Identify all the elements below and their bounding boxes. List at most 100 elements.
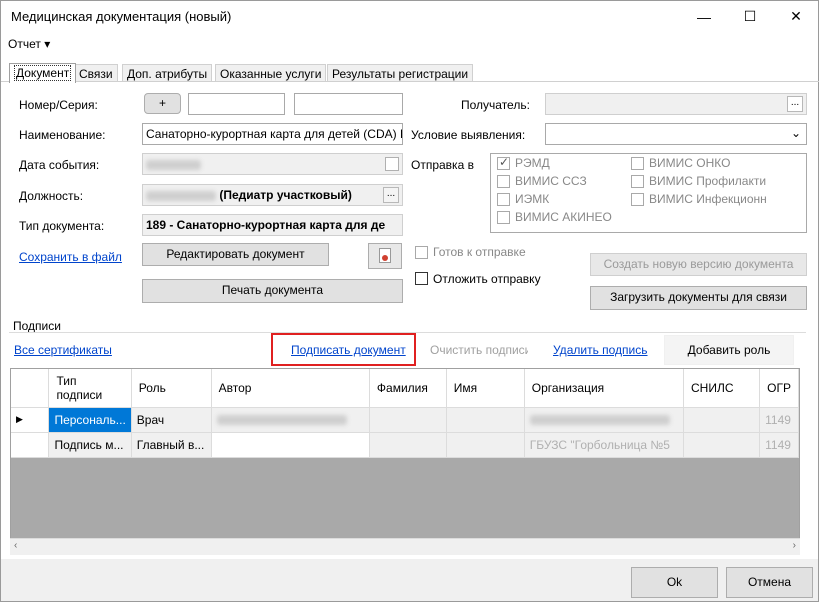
cell-sig-type[interactable]: Персональ... — [48, 407, 132, 433]
all-certificates-link[interactable]: Все сертификаты — [14, 343, 112, 357]
cell-ogr[interactable]: 1149 — [759, 407, 799, 433]
row-selector-marker[interactable] — [11, 432, 50, 458]
tab-services[interactable]: Оказанные услуги — [215, 64, 327, 82]
doc-type-label: Тип документа: — [19, 219, 105, 233]
send-vimis-infection-checkbox[interactable] — [631, 193, 644, 206]
cell-ogr[interactable]: 1149 — [759, 432, 799, 458]
cell-author-redacted[interactable] — [211, 407, 370, 433]
position-field[interactable]: (Педиатр участковый) — [142, 184, 403, 206]
col-header-author[interactable]: Автор — [211, 369, 370, 408]
cell-snils-redacted[interactable] — [683, 432, 761, 458]
send-targets-list: РЭМД ВИМИС ОНКО ВИМИС ССЗ ВИМИС Профилак… — [490, 153, 807, 233]
load-linked-docs-button[interactable]: Загрузить документы для связи — [590, 286, 807, 310]
doc-type-field[interactable]: 189 - Санаторно-курортная карта для де — [142, 214, 403, 236]
row-selector-marker[interactable]: ▶ — [11, 407, 50, 433]
save-to-file-link[interactable]: Сохранить в файл — [19, 250, 122, 264]
tab-document[interactable]: Документ — [9, 63, 77, 83]
series-field[interactable] — [294, 93, 403, 115]
number-series-label: Номер/Серия: — [19, 98, 98, 112]
send-vimis-ssz-label: ВИМИС ССЗ — [515, 174, 587, 188]
send-vimis-profilaktika-checkbox[interactable] — [631, 175, 644, 188]
create-new-version-button[interactable]: Создать новую версию документа — [590, 253, 807, 276]
ok-button[interactable]: Ok — [631, 567, 718, 598]
ready-to-send-label: Готов к отправке — [433, 245, 526, 259]
chevron-down-icon: ⌄ — [790, 126, 801, 140]
tab-links[interactable]: Связи — [74, 64, 118, 82]
date-picker-checkbox[interactable] — [385, 157, 399, 171]
signatures-section-label: Подписи — [13, 319, 61, 333]
cell-role[interactable]: Врач — [131, 407, 212, 433]
cell-firstname-redacted[interactable] — [446, 407, 525, 433]
table-row[interactable]: ▶ Персональ... Врач 1149 — [11, 407, 799, 433]
recipient-picker-button[interactable]: ... — [787, 96, 803, 112]
delete-signature-link[interactable]: Удалить подпись — [553, 343, 648, 357]
title-bar: Медицинская документация (новый) — ☐ ✕ — [1, 1, 818, 32]
menu-report[interactable]: Отчет ▾ — [8, 37, 50, 51]
window-title: Медицинская документация (новый) — [11, 9, 232, 24]
cell-author[interactable] — [211, 432, 370, 458]
name-field[interactable]: Санаторно-курортная карта для детей (CDA… — [142, 123, 403, 145]
postpone-send-checkbox[interactable] — [415, 272, 428, 285]
col-header-sig-type[interactable]: Тип подписи — [48, 369, 132, 408]
close-button[interactable]: ✕ — [773, 1, 819, 32]
clear-signatures-link[interactable]: Очистить подписи — [430, 343, 528, 357]
send-remd-checkbox[interactable] — [497, 155, 510, 170]
send-vimis-akineo-checkbox[interactable] — [497, 211, 510, 224]
ready-to-send-checkbox[interactable] — [415, 246, 428, 259]
col-header-snils[interactable]: СНИЛС — [683, 369, 761, 408]
cell-organization-redacted[interactable] — [524, 407, 684, 433]
cell-sig-type[interactable]: Подпись м... — [48, 432, 132, 458]
highlight-box — [271, 333, 416, 366]
col-header-role[interactable]: Роль — [131, 369, 212, 408]
print-document-button[interactable]: Печать документа — [142, 279, 403, 303]
scroll-left-icon[interactable]: ‹ — [14, 540, 17, 551]
scroll-right-icon[interactable]: › — [793, 540, 796, 551]
position-picker-button[interactable]: ... — [383, 187, 399, 203]
doctor-name-redacted — [146, 190, 216, 201]
signatures-grid: Тип подписи Роль Автор Фамилия Имя Орган… — [10, 368, 800, 554]
send-iemk-checkbox[interactable] — [497, 193, 510, 206]
col-header-organization[interactable]: Организация — [524, 369, 684, 408]
send-vimis-onko-checkbox[interactable] — [631, 157, 644, 170]
condition-label: Условие выявления: — [411, 128, 526, 142]
cell-firstname-redacted[interactable] — [446, 432, 525, 458]
minimize-button[interactable]: — — [681, 1, 727, 32]
tab-divider — [1, 81, 819, 82]
col-header-lastname[interactable]: Фамилия — [369, 369, 447, 408]
cancel-button[interactable]: Отмена — [726, 567, 813, 598]
send-to-label: Отправка в — [411, 158, 474, 172]
condition-select[interactable]: ⌄ — [545, 123, 807, 145]
cell-organization[interactable]: ГБУЗС "Горбольница №5 — [524, 432, 684, 458]
col-header-firstname[interactable]: Имя — [446, 369, 525, 408]
send-vimis-infection-label: ВИМИС Инфекционн — [649, 192, 767, 206]
send-remd-label: РЭМД — [515, 156, 550, 170]
send-vimis-ssz-checkbox[interactable] — [497, 175, 510, 188]
add-number-button[interactable]: + — [144, 93, 181, 114]
pdf-file-icon — [379, 248, 391, 263]
pdf-export-button[interactable] — [368, 243, 402, 269]
send-vimis-profilaktika-label: ВИМИС Профилакти — [649, 174, 767, 188]
send-vimis-onko-label: ВИМИС ОНКО — [649, 156, 731, 170]
event-date-field[interactable] — [142, 153, 403, 175]
number-field[interactable] — [188, 93, 285, 115]
maximize-button[interactable]: ☐ — [727, 1, 773, 32]
col-header-ogr[interactable]: ОГР — [759, 369, 799, 408]
cell-role[interactable]: Главный в... — [131, 432, 212, 458]
cell-lastname-redacted[interactable] — [369, 407, 447, 433]
send-vimis-akineo-label: ВИМИС АКИНЕО — [515, 210, 612, 224]
position-value: (Педиатр участковый) — [219, 188, 352, 202]
tab-registration-results[interactable]: Результаты регистрации — [327, 64, 474, 82]
cell-snils-redacted[interactable] — [683, 407, 761, 433]
table-row[interactable]: Подпись м... Главный в... ГБУЗС "Горболь… — [11, 432, 799, 458]
menu-bar: Отчет ▾ — [1, 34, 818, 54]
cell-lastname-redacted[interactable] — [369, 432, 447, 458]
add-role-button[interactable]: Добавить роль — [664, 335, 794, 365]
send-iemk-label: ИЭМК — [515, 192, 550, 206]
position-label: Должность: — [19, 189, 84, 203]
tab-extra-attributes[interactable]: Доп. атрибуты — [122, 64, 213, 82]
edit-document-button[interactable]: Редактировать документ — [142, 243, 329, 266]
horizontal-scrollbar[interactable]: ‹ › — [10, 538, 800, 555]
signatures-table: Тип подписи Роль Автор Фамилия Имя Орган… — [11, 369, 799, 458]
recipient-field[interactable] — [545, 93, 807, 115]
event-date-label: Дата события: — [19, 158, 100, 172]
